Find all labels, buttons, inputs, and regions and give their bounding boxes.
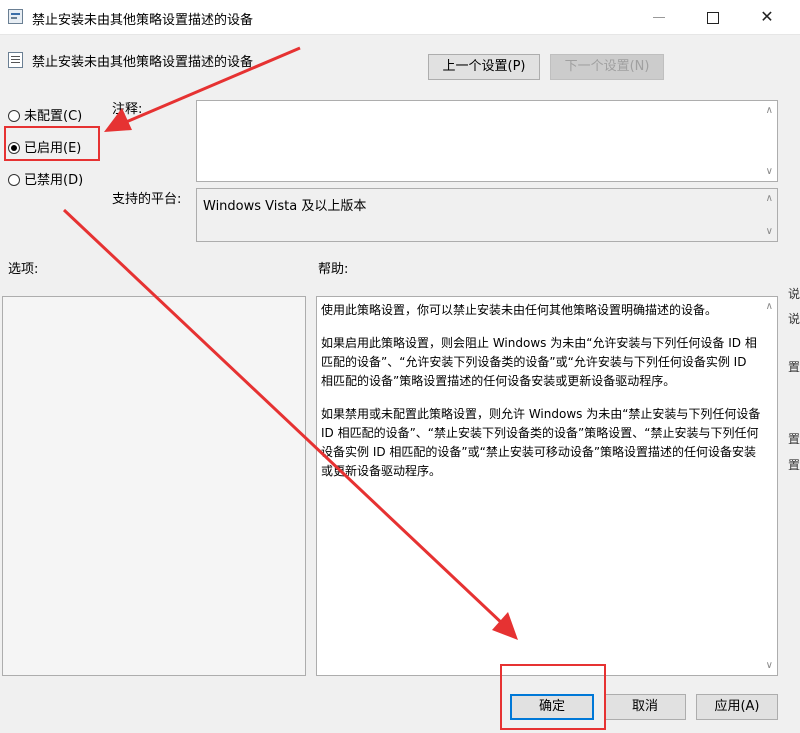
title-bar: 禁止安装未由其他策略设置描述的设备 ✕ xyxy=(0,0,800,35)
policy-name: 禁止安装未由其他策略设置描述的设备 xyxy=(32,55,254,70)
background-text-fragment: 置 xyxy=(788,360,800,374)
help-label: 帮助: xyxy=(318,262,349,277)
comment-label: 注释: xyxy=(112,102,143,117)
scroll-up-icon[interactable]: ∧ xyxy=(766,193,773,204)
policy-setting-icon xyxy=(8,52,23,68)
maximize-icon xyxy=(707,11,719,24)
scroll-up-icon[interactable]: ∧ xyxy=(766,105,773,116)
minimize-icon xyxy=(653,17,665,18)
maximize-button[interactable] xyxy=(690,0,736,34)
platform-field: Windows Vista 及以上版本 ∧ ∨ xyxy=(196,188,778,242)
minimize-button[interactable] xyxy=(636,0,682,34)
options-label: 选项: xyxy=(8,262,39,277)
close-icon: ✕ xyxy=(760,7,774,26)
scroll-down-icon[interactable]: ∨ xyxy=(766,226,773,237)
background-text-fragment: 说 xyxy=(788,287,800,301)
previous-setting-button[interactable]: 上一个设置(P) xyxy=(428,54,540,80)
help-pane[interactable]: 使用此策略设置，你可以禁止安装未由任何其他策略设置明确描述的设备。 如果启用此策… xyxy=(316,296,778,676)
help-paragraph: 如果禁用或未配置此策略设置，则允许 Windows 为未由“禁止安装与下列任何设… xyxy=(321,407,761,478)
comment-field[interactable]: ∧ ∨ xyxy=(196,100,778,182)
window-title: 禁止安装未由其他策略设置描述的设备 xyxy=(32,13,254,28)
radio-not-configured[interactable]: 未配置(C) xyxy=(8,105,82,124)
close-button[interactable]: ✕ xyxy=(744,0,790,34)
help-paragraph: 使用此策略设置，你可以禁止安装未由任何其他策略设置明确描述的设备。 xyxy=(321,303,718,317)
radio-indicator xyxy=(8,110,20,122)
background-text-fragment: 置 xyxy=(788,458,800,472)
platform-value: Windows Vista 及以上版本 xyxy=(203,199,367,214)
scroll-down-icon[interactable]: ∨ xyxy=(766,166,773,177)
policy-app-icon xyxy=(8,9,23,24)
highlight-ok-box xyxy=(500,664,606,730)
scroll-up-icon[interactable]: ∧ xyxy=(766,301,773,312)
help-paragraph: 如果启用此策略设置，则会阻止 Windows 为未由“允许安装与下列任何设备 I… xyxy=(321,336,757,388)
radio-disabled[interactable]: 已禁用(D) xyxy=(8,169,83,188)
highlight-enabled-box xyxy=(4,126,100,161)
next-setting-button[interactable]: 下一个设置(N) xyxy=(550,54,664,80)
platform-label: 支持的平台: xyxy=(112,192,182,207)
cancel-button[interactable]: 取消 xyxy=(604,694,686,720)
background-text-fragment: 说 xyxy=(788,312,800,326)
scroll-down-icon[interactable]: ∨ xyxy=(766,660,773,671)
options-pane xyxy=(2,296,306,676)
radio-indicator xyxy=(8,174,20,186)
background-text-fragment: 置 xyxy=(788,432,800,446)
radio-label: 未配置(C) xyxy=(24,109,83,124)
apply-button[interactable]: 应用(A) xyxy=(696,694,778,720)
radio-label: 已禁用(D) xyxy=(24,173,84,188)
help-text: 使用此策略设置，你可以禁止安装未由任何其他策略设置明确描述的设备。 如果启用此策… xyxy=(321,301,761,495)
